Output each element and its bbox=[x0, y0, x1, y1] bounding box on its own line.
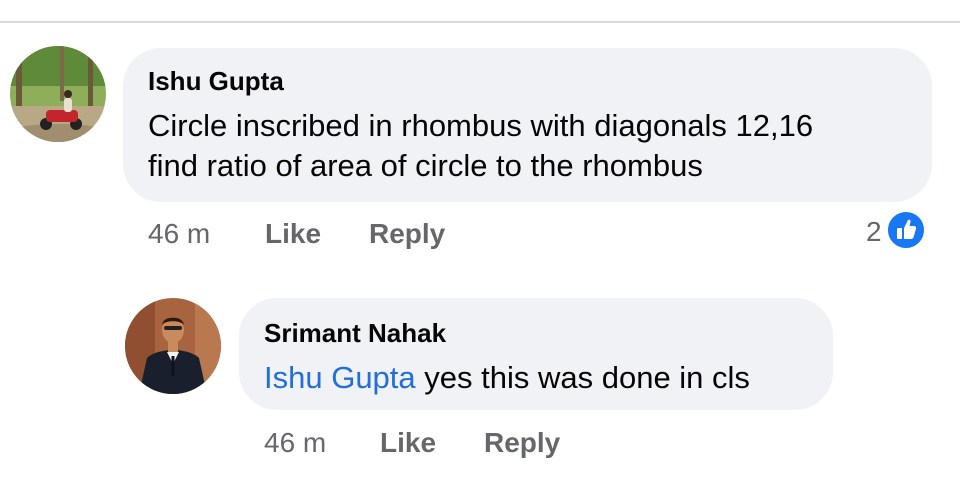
comment-text-line: Circle inscribed in rhombus with diagona… bbox=[148, 108, 814, 143]
mention-link[interactable]: Ishu Gupta bbox=[264, 360, 416, 395]
top-divider bbox=[0, 21, 960, 23]
comment-text-line: find ratio of area of circle to the rhom… bbox=[148, 148, 703, 183]
comment-author[interactable]: Srimant Nahak bbox=[264, 318, 446, 349]
comment-actions: 46 m Like Reply bbox=[148, 218, 548, 252]
comment-actions: 46 m Like Reply bbox=[264, 427, 664, 461]
like-button[interactable]: Like bbox=[265, 218, 321, 250]
reaction-summary[interactable]: 2 bbox=[866, 209, 926, 255]
like-thumb-icon bbox=[885, 209, 926, 255]
comment-author[interactable]: Ishu Gupta bbox=[148, 66, 284, 97]
comment-body: yes this was done in cls bbox=[415, 360, 750, 395]
comment-text: Ishu Gupta yes this was done in cls bbox=[264, 358, 750, 398]
reply-button[interactable]: Reply bbox=[369, 218, 445, 250]
reaction-count: 2 bbox=[866, 216, 882, 247]
comment-text: Circle inscribed in rhombus with diagona… bbox=[148, 106, 918, 186]
avatar[interactable] bbox=[125, 298, 221, 394]
reply-button[interactable]: Reply bbox=[484, 427, 560, 459]
comment-timestamp[interactable]: 46 m bbox=[264, 427, 326, 459]
avatar[interactable] bbox=[10, 46, 106, 142]
comment-timestamp[interactable]: 46 m bbox=[148, 218, 210, 250]
like-button[interactable]: Like bbox=[380, 427, 436, 459]
